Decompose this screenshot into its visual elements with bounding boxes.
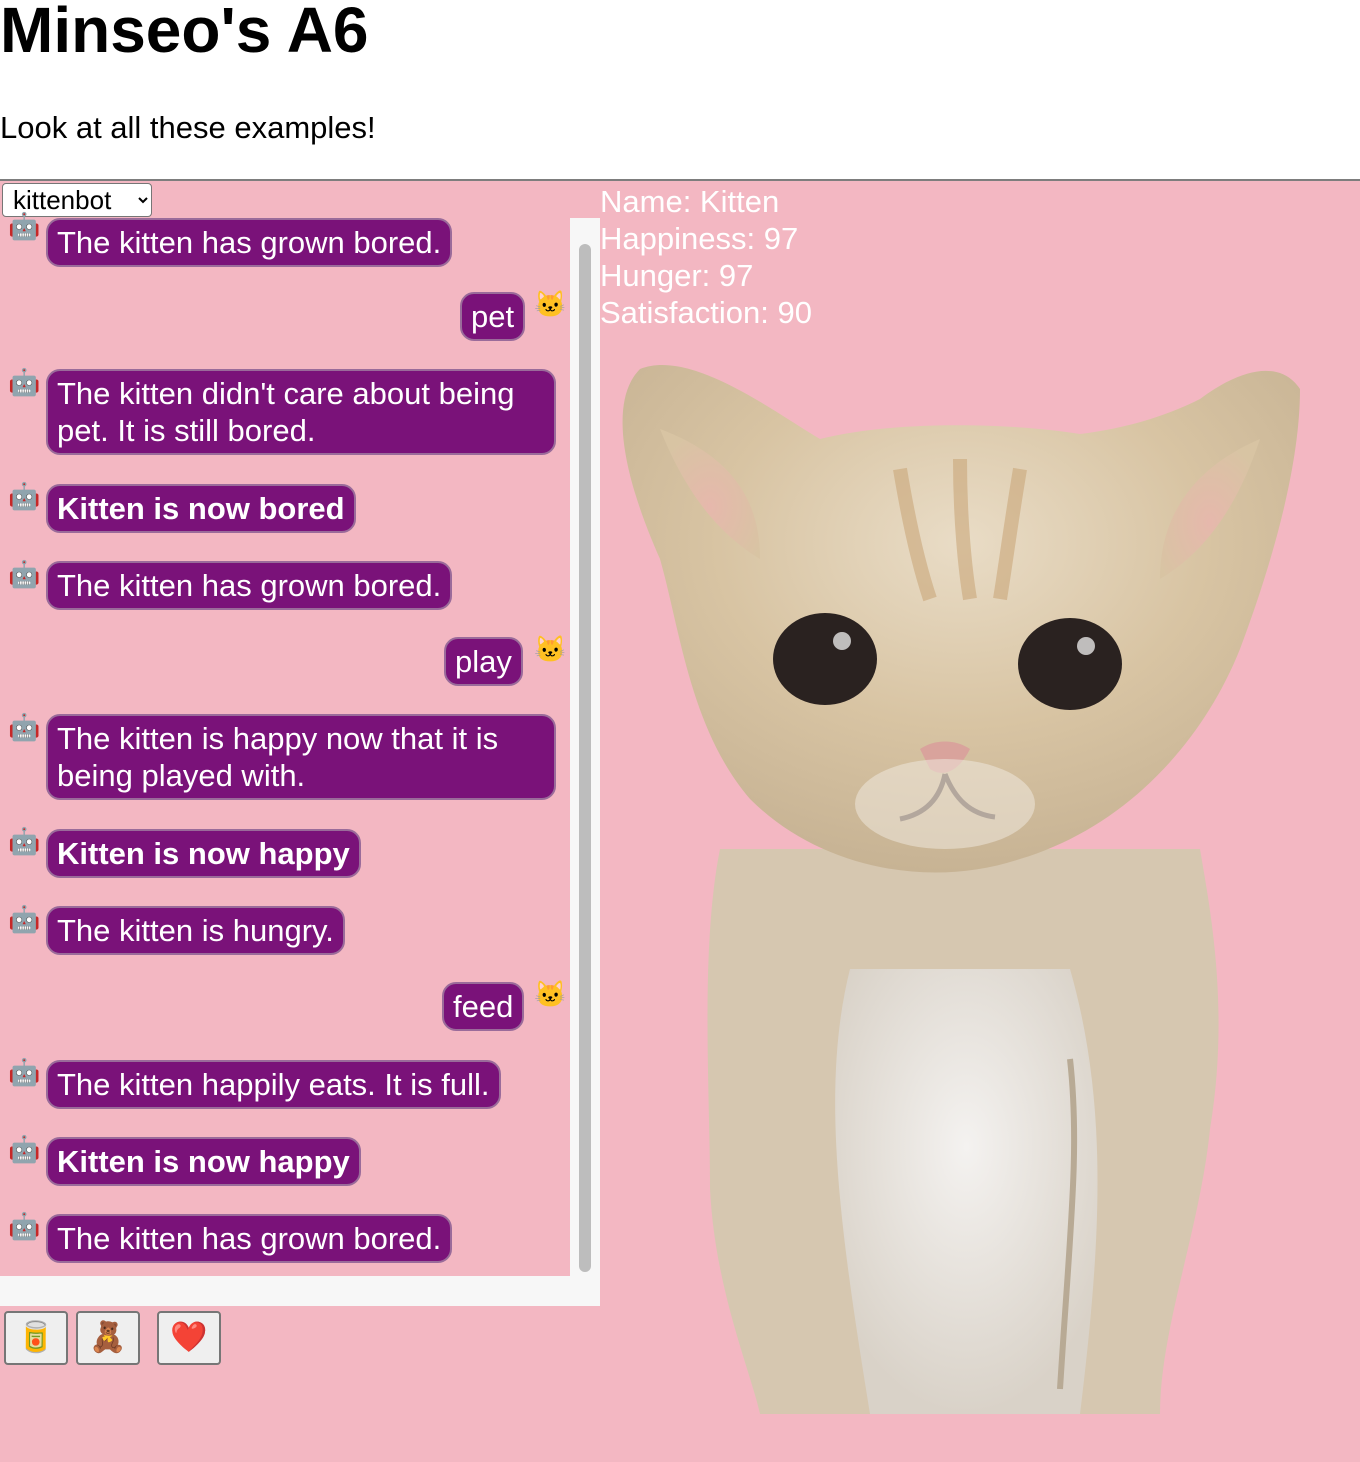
bot-message: The kitten didn't care about being pet. … xyxy=(46,369,556,455)
cat-icon: 🐱 xyxy=(534,979,567,1009)
kitten-image xyxy=(622,365,1300,1414)
bot-message: The kitten happily eats. It is full. xyxy=(46,1060,501,1109)
user-message: feed xyxy=(442,982,525,1031)
food-can-icon: 🥫 xyxy=(17,1321,55,1354)
pet-satisfaction: Satisfaction: 90 xyxy=(600,295,812,330)
bot-message: The kitten has grown bored. xyxy=(46,561,453,610)
robot-icon: 🤖 xyxy=(8,904,41,934)
robot-icon: 🤖 xyxy=(8,1211,41,1241)
bot-message: The kitten has grown bored. xyxy=(46,218,453,267)
cat-icon: 🐱 xyxy=(534,634,567,664)
user-message: play xyxy=(444,637,523,686)
robot-icon: 🤖 xyxy=(8,712,41,742)
bot-message: The kitten is happy now that it is being… xyxy=(46,714,556,800)
cat-icon: 🐱 xyxy=(534,289,567,319)
pet-button[interactable]: ❤️ xyxy=(157,1311,221,1365)
pet-name: Name: Kitten xyxy=(600,184,780,219)
chat-scrollbar-thumb[interactable] xyxy=(579,244,591,1272)
pet-stats: Name: Kitten Happiness: 97 Hunger: 97 Sa… xyxy=(600,183,812,331)
heart-icon: ❤️ xyxy=(170,1321,208,1354)
user-message: pet xyxy=(460,292,526,341)
bot-status-message: Kitten is now happy xyxy=(46,829,361,878)
robot-icon: 🤖 xyxy=(8,211,41,241)
bot-status-message: Kitten is now bored xyxy=(46,484,356,533)
play-button[interactable]: 🧸 xyxy=(76,1311,140,1365)
robot-icon: 🤖 xyxy=(8,826,41,856)
kitten-app: kittenbot 🤖 The kitten has grown bored. … xyxy=(0,179,1360,1462)
page-title: Minseo's A6 xyxy=(0,0,369,66)
teddy-bear-icon: 🧸 xyxy=(89,1321,127,1354)
chat-log[interactable]: 🤖 The kitten has grown bored. pet 🐱 🤖 Th… xyxy=(0,212,600,1306)
page-subtitle: Look at all these examples! xyxy=(0,110,376,145)
robot-icon: 🤖 xyxy=(8,481,41,511)
bot-message: The kitten has grown bored. xyxy=(46,1214,453,1263)
robot-icon: 🤖 xyxy=(8,367,41,397)
robot-icon: 🤖 xyxy=(8,1134,41,1164)
feed-button[interactable]: 🥫 xyxy=(4,1311,68,1365)
bot-message: The kitten is hungry. xyxy=(46,906,345,955)
pet-hunger: Hunger: 97 xyxy=(600,258,754,293)
robot-icon: 🤖 xyxy=(8,559,41,589)
robot-icon: 🤖 xyxy=(8,1057,41,1087)
pet-happiness: Happiness: 97 xyxy=(600,221,799,256)
bot-status-message: Kitten is now happy xyxy=(46,1137,361,1186)
